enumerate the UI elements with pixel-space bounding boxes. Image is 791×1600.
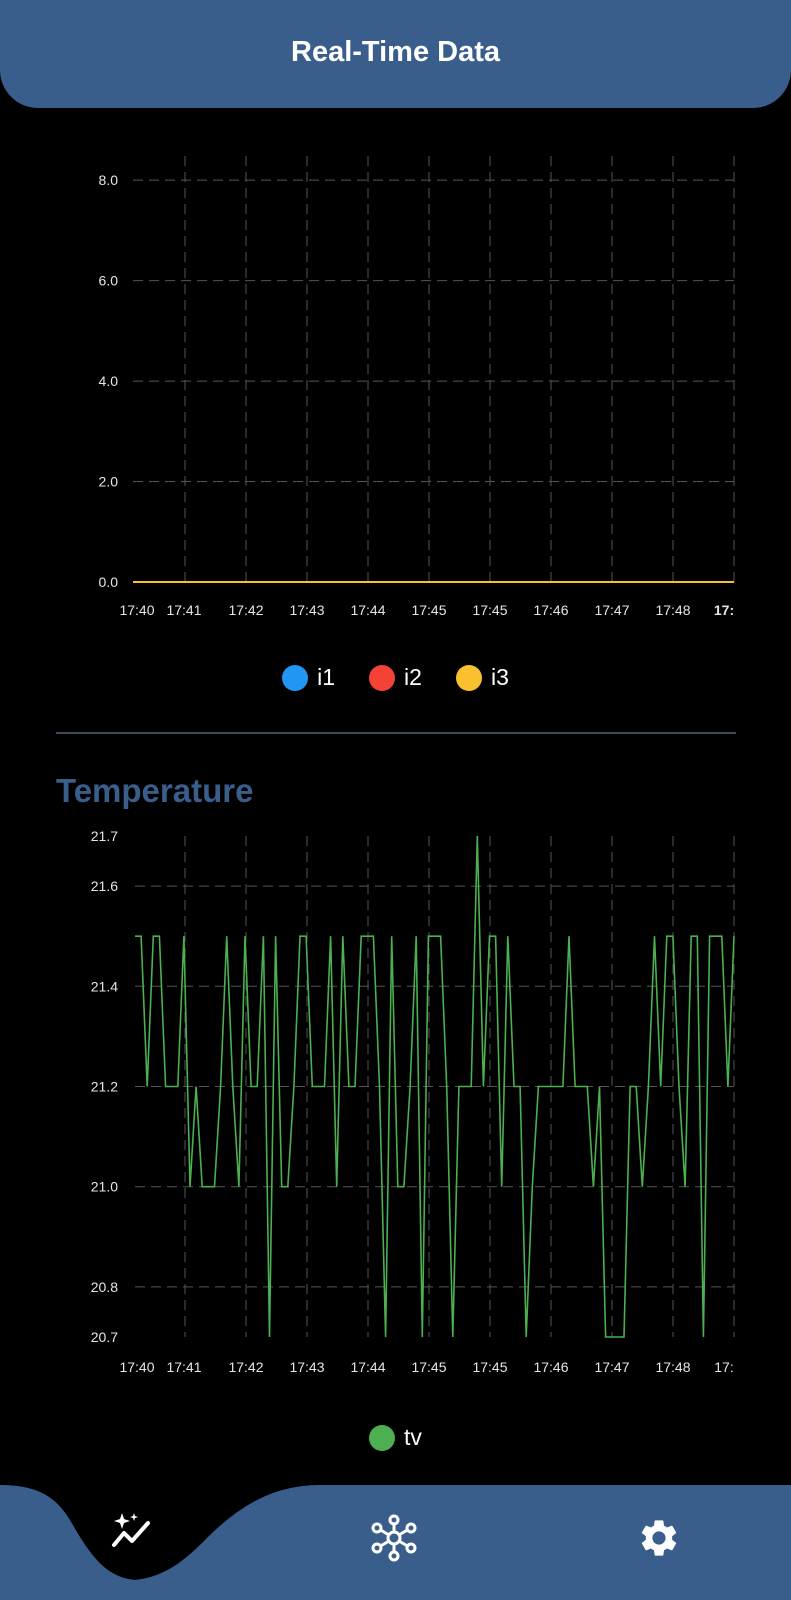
- legend-dot-i3: [455, 664, 482, 691]
- x-tick-label: 17:48: [655, 1359, 690, 1375]
- y-tick-label: 20.8: [91, 1279, 118, 1295]
- legend-dot-i1: [282, 664, 309, 691]
- gear-icon: [641, 1520, 677, 1556]
- x-tick-label: 17:42: [228, 1359, 263, 1375]
- x-tick-label: 17:47: [594, 1359, 629, 1375]
- x-tick-label: 17:: [714, 602, 734, 618]
- legend-label-tv: tv: [404, 1424, 422, 1450]
- y-tick-label: 21.2: [91, 1079, 118, 1095]
- legend-label-i1: i1: [317, 664, 336, 690]
- legend-item-i1[interactable]: i1: [282, 664, 335, 691]
- x-tick-label: 17:46: [533, 1359, 568, 1375]
- temperature-chart-legend: tv: [0, 1424, 791, 1451]
- y-tick-label: 21.0: [91, 1179, 118, 1195]
- y-tick-label: 2.0: [99, 474, 119, 490]
- y-tick-label: 6.0: [99, 273, 119, 289]
- x-tick-label: 17:40: [119, 1359, 154, 1375]
- y-tick-label: 4.0: [99, 373, 119, 389]
- x-tick-label: 17:: [714, 1359, 733, 1375]
- temperature-chart: 20.7 20.8 21.0 21.2 21.4 21.6 21.7 17:40 17:41 17…: [0, 820, 791, 1380]
- x-tick-label: 17:45: [411, 602, 446, 618]
- x-tick-label: 17:45: [472, 602, 507, 618]
- legend-item-tv[interactable]: tv: [369, 1424, 422, 1451]
- y-tick-label: 21.7: [91, 828, 118, 844]
- legend-item-i2[interactable]: i2: [369, 664, 422, 691]
- page-title: Real-Time Data: [291, 36, 500, 68]
- x-tick-label: 17:44: [350, 602, 385, 618]
- current-chart: 0.0 2.0 4.0 6.0 8.0 17:40 17:41 17:42 17:43 17:44…: [0, 150, 791, 630]
- legend-dot-tv: [369, 1424, 396, 1451]
- x-tick-label: 17:42: [228, 602, 263, 618]
- y-tick-label: 20.7: [91, 1329, 118, 1345]
- bottom-navigation: [0, 1485, 791, 1600]
- temperature-title: Temperature: [56, 772, 254, 809]
- x-tick-label: 17:46: [533, 602, 568, 618]
- x-tick-label: 17:40: [119, 602, 154, 618]
- y-tick-label: 0.0: [99, 574, 119, 590]
- chart-sparkle-icon: [112, 1513, 150, 1547]
- y-tick-label: 21.6: [91, 878, 118, 894]
- nav-settings[interactable]: [619, 1498, 699, 1578]
- nav-network[interactable]: [354, 1498, 434, 1578]
- legend-item-i3[interactable]: i3: [455, 664, 509, 691]
- legend-label-i3: i3: [490, 664, 509, 690]
- legend-label-i2: i2: [404, 664, 422, 690]
- temperature-chart-svg: 20.7 20.8 21.0 21.2 21.4 21.6 21.7 17:40 17:41 17…: [91, 828, 735, 1375]
- app-header: Real-Time Data: [0, 0, 791, 108]
- x-tick-label: 17:43: [289, 602, 324, 618]
- x-tick-label: 17:41: [166, 602, 201, 618]
- network-hub-icon: [371, 1514, 417, 1562]
- legend-dot-i2: [369, 664, 396, 691]
- x-tick-label: 17:45: [411, 1359, 446, 1375]
- x-tick-label: 17:47: [594, 602, 629, 618]
- y-tick-label: 8.0: [99, 172, 119, 188]
- x-tick-label: 17:45: [472, 1359, 507, 1375]
- nav-realtime-data[interactable]: [92, 1491, 172, 1571]
- current-chart-svg: 0.0 2.0 4.0 6.0 8.0 17:40 17:41 17:42 17:43 17:44…: [99, 150, 735, 618]
- current-chart-legend: i1 i2 i3: [0, 664, 791, 691]
- x-tick-label: 17:48: [655, 602, 690, 618]
- x-tick-label: 17:43: [289, 1359, 324, 1375]
- y-tick-label: 21.4: [91, 978, 118, 994]
- x-tick-label: 17:41: [166, 1359, 201, 1375]
- x-tick-label: 17:44: [350, 1359, 385, 1375]
- section-divider: [56, 732, 736, 734]
